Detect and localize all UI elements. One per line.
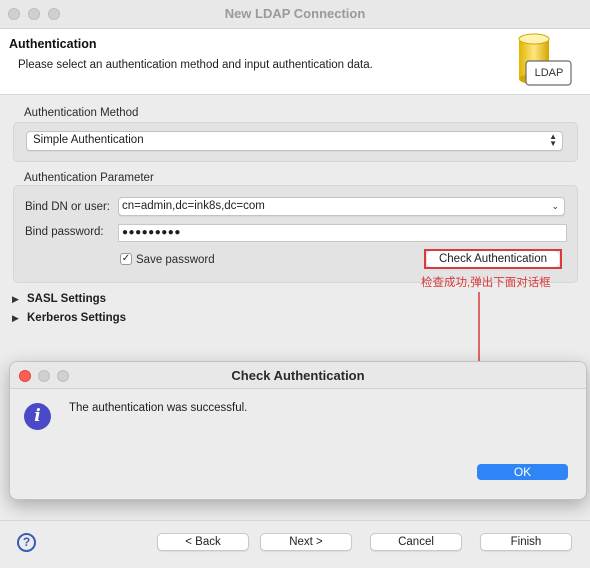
finish-button[interactable]: Finish xyxy=(480,533,572,551)
auth-param-label: Authentication Parameter xyxy=(24,172,154,184)
next-button[interactable]: Next > xyxy=(260,533,352,551)
dialog-title: Check Authentication xyxy=(231,368,365,383)
ok-button[interactable]: OK xyxy=(477,464,568,480)
bind-dn-value: cn=admin,dc=ink8s,dc=com xyxy=(122,200,265,212)
footer-divider xyxy=(0,520,590,521)
dialog-message: The authentication was successful. xyxy=(69,402,248,414)
sasl-expand-icon[interactable]: ▶ xyxy=(12,294,19,305)
check-authentication-dialog: Check Authentication i The authenticatio… xyxy=(9,361,587,500)
question-mark-icon[interactable]: ? xyxy=(17,533,36,552)
check-authentication-button[interactable]: Check Authentication xyxy=(427,251,559,267)
sasl-settings-section[interactable]: SASL Settings xyxy=(27,293,106,305)
auth-method-value: Simple Authentication xyxy=(33,134,144,146)
back-button[interactable]: < Back xyxy=(157,533,249,551)
page-description: Please select an authentication method a… xyxy=(18,59,373,71)
updown-arrows-icon: ▲ ▼ xyxy=(549,132,557,148)
bind-dn-combo[interactable]: cn=admin,dc=ink8s,dc=com ⌄ xyxy=(118,197,565,216)
bind-dn-label: Bind DN or user: xyxy=(25,201,111,213)
info-icon: i xyxy=(24,403,51,430)
kerberos-expand-icon[interactable]: ▶ xyxy=(12,313,19,324)
window-title: New LDAP Connection xyxy=(224,6,366,21)
ldap-logo-icon xyxy=(516,33,574,89)
save-password-label: Save password xyxy=(136,254,215,266)
bind-password-label: Bind password: xyxy=(25,226,104,238)
ldap-logo-text: LDAP xyxy=(534,67,564,79)
auth-method-label: Authentication Method xyxy=(24,107,139,119)
chevron-down-icon: ⌄ xyxy=(551,201,559,211)
annotation-text: 检查成功,弹出下面对话框 xyxy=(421,277,551,289)
bind-password-field[interactable]: ●●●●●●●●● xyxy=(118,224,567,242)
page-title: Authentication xyxy=(9,37,97,51)
kerberos-settings-section[interactable]: Kerberos Settings xyxy=(27,312,126,324)
save-password-checkbox[interactable]: ✓ xyxy=(120,253,132,265)
auth-method-select[interactable]: Simple Authentication ▲ ▼ xyxy=(26,131,563,151)
cancel-button[interactable]: Cancel xyxy=(370,533,462,551)
